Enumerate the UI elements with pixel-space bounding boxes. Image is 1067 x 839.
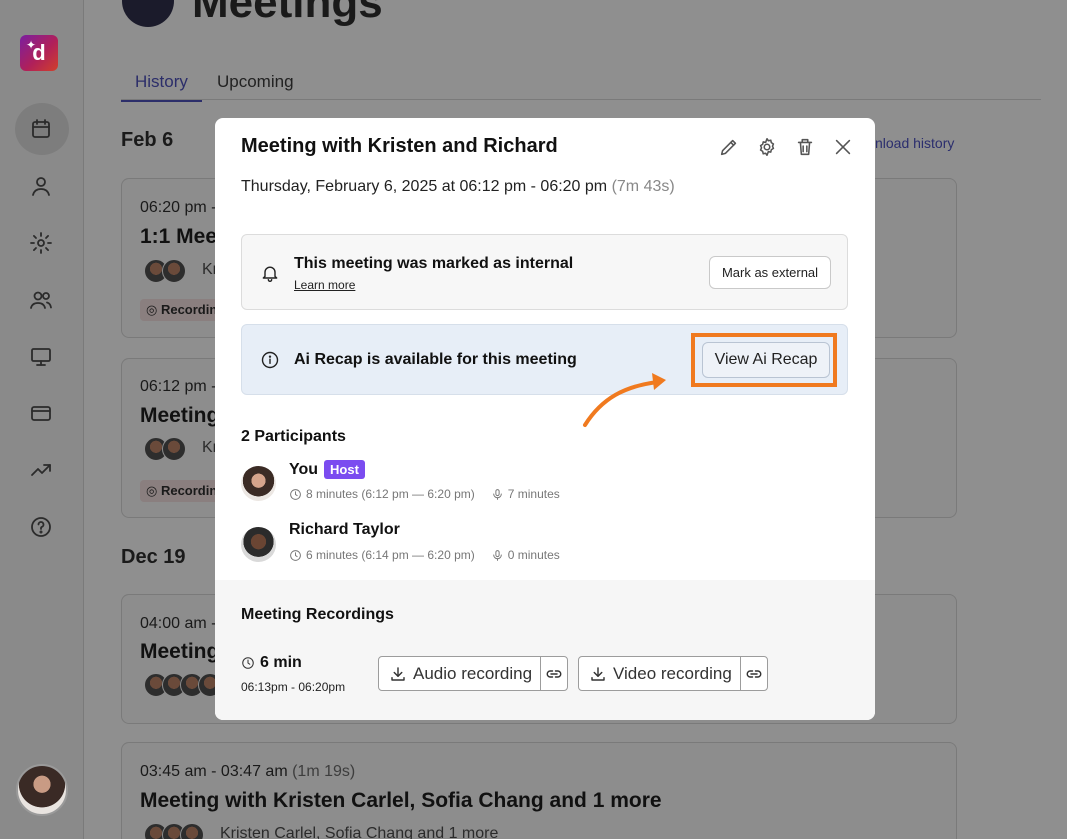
mark-external-button[interactable]: Mark as external	[709, 256, 831, 289]
recording-range: 06:13pm - 06:20pm	[241, 680, 346, 694]
recordings-heading: Meeting Recordings	[241, 606, 394, 623]
calendar-icon[interactable]	[24, 112, 58, 146]
internal-notice: This meeting was marked as internal Lear…	[241, 234, 848, 310]
recording-length-text: 6 min	[260, 654, 302, 671]
meeting-card[interactable]: 03:45 am - 03:47 am (1m 19s) Meeting wit…	[121, 742, 957, 839]
download-icon	[591, 666, 605, 681]
participant-meta: 6 minutes (6:14 pm — 6:20 pm) 0 minutes	[289, 548, 560, 562]
meeting-date: Thursday, February 6, 2025 at 06:12 pm -…	[241, 178, 675, 196]
sidebar: ✦ d	[0, 0, 84, 839]
card-duration: (1m 19s)	[292, 763, 356, 780]
tab-history[interactable]: History	[121, 72, 202, 102]
participants-heading: 2 Participants	[241, 428, 346, 445]
video-recording-button[interactable]: Video recording	[579, 657, 741, 690]
audio-recording-label: Audio recording	[413, 663, 533, 683]
recordings-section: Meeting Recordings 6 min 06:13pm - 06:20…	[215, 580, 875, 720]
card-title: Meeting	[140, 404, 220, 427]
arrow-annotation-icon	[583, 373, 666, 427]
participant-row: Richard Taylor 6 minutes (6:14 pm — 6:20…	[241, 521, 841, 571]
card-avatars	[144, 437, 186, 461]
audio-recording-group: Audio recording	[378, 656, 569, 691]
trending-icon[interactable]	[24, 453, 58, 487]
sparkle-icon: ✦	[26, 38, 37, 52]
avatar	[241, 527, 276, 562]
card-title: Meeting with Kristen Carlel, Sofia Chang…	[140, 789, 662, 812]
card-title: Meeting	[140, 640, 220, 663]
participant-mic-time: 7 minutes	[507, 487, 560, 501]
video-link-button[interactable]	[741, 657, 767, 690]
gear-icon[interactable]	[755, 135, 779, 159]
modal-title: Meeting with Kristen and Richard	[241, 135, 558, 157]
meeting-date-text: Thursday, February 6, 2025 at 06:12 pm -…	[241, 178, 608, 195]
help-icon[interactable]	[24, 510, 58, 544]
card-participants: Kristen Carlel, Sofia Chang and 1 more	[220, 825, 499, 839]
user-icon[interactable]	[24, 169, 58, 203]
recording-length: 6 min	[241, 654, 302, 672]
app-logo[interactable]: ✦ d	[20, 35, 58, 71]
link-icon	[546, 669, 562, 678]
highlight-box	[691, 333, 837, 387]
monitor-icon[interactable]	[24, 340, 58, 374]
card-avatars	[144, 823, 204, 839]
learn-more-link[interactable]: Learn more	[294, 278, 355, 292]
bell-icon	[259, 262, 281, 284]
users-icon[interactable]	[24, 283, 58, 317]
download-history-link[interactable]: nload history	[875, 135, 954, 151]
link-icon	[746, 669, 762, 678]
audio-recording-button[interactable]: Audio recording	[379, 657, 542, 690]
tabs: History Upcoming	[121, 72, 1041, 102]
page-title: Meetings	[192, 0, 383, 27]
meeting-duration: (7m 43s)	[611, 178, 675, 195]
microphone-icon	[492, 549, 502, 561]
host-badge: Host	[324, 460, 365, 479]
participant-meta: 8 minutes (6:12 pm — 6:20 pm) 7 minutes	[289, 487, 560, 501]
card-time-range: 03:45 am - 03:47 am	[140, 763, 288, 780]
participant-name: You	[289, 460, 319, 478]
card-time: 04:00 am -	[140, 615, 217, 632]
card-time: 06:12 pm -	[140, 378, 217, 395]
clock-icon	[290, 549, 301, 561]
user-avatar[interactable]	[16, 764, 68, 816]
recording-badge: ◎ Recordin	[140, 299, 224, 321]
participant-time: 8 minutes (6:12 pm — 6:20 pm)	[306, 487, 475, 501]
participant-time: 6 minutes (6:14 pm — 6:20 pm)	[306, 548, 475, 562]
avatar	[241, 466, 276, 501]
microphone-icon	[492, 488, 502, 500]
credit-card-icon[interactable]	[24, 396, 58, 430]
clock-icon	[242, 657, 254, 669]
gear-icon[interactable]	[24, 226, 58, 260]
date-heading: Dec 19	[121, 546, 186, 568]
edit-icon[interactable]	[717, 135, 741, 159]
video-recording-group: Video recording	[578, 656, 768, 691]
card-avatars	[144, 673, 222, 697]
modal-actions	[717, 135, 855, 159]
participant-mic-time: 0 minutes	[507, 548, 560, 562]
download-icon	[391, 666, 405, 681]
info-icon	[259, 349, 281, 371]
card-title: 1:1 Meet	[140, 225, 225, 248]
participant-row: You Host 8 minutes (6:12 pm — 6:20 pm) 7…	[241, 460, 841, 510]
participant-name-row: You Host	[289, 460, 365, 479]
close-icon[interactable]	[831, 135, 855, 159]
clock-icon	[290, 488, 301, 500]
participant-name: Richard Taylor	[289, 521, 400, 538]
card-time: 03:45 am - 03:47 am (1m 19s)	[140, 763, 355, 781]
meeting-details-modal: Meeting with Kristen and Richard Thursda…	[215, 118, 875, 720]
card-avatars	[144, 259, 186, 283]
participant-name-row: Richard Taylor	[289, 521, 400, 539]
tab-upcoming[interactable]: Upcoming	[217, 72, 294, 100]
trash-icon[interactable]	[793, 135, 817, 159]
ai-recap-notice-text: Ai Recap is available for this meeting	[294, 351, 577, 368]
card-time: 06:20 pm -	[140, 199, 217, 216]
date-heading: Feb 6	[121, 129, 174, 151]
video-recording-label: Video recording	[613, 663, 732, 683]
internal-notice-text: This meeting was marked as internal	[294, 255, 574, 272]
page-title-icon	[122, 0, 174, 27]
audio-link-button[interactable]	[541, 657, 567, 690]
recording-badge: ◎ Recordin	[140, 480, 224, 502]
